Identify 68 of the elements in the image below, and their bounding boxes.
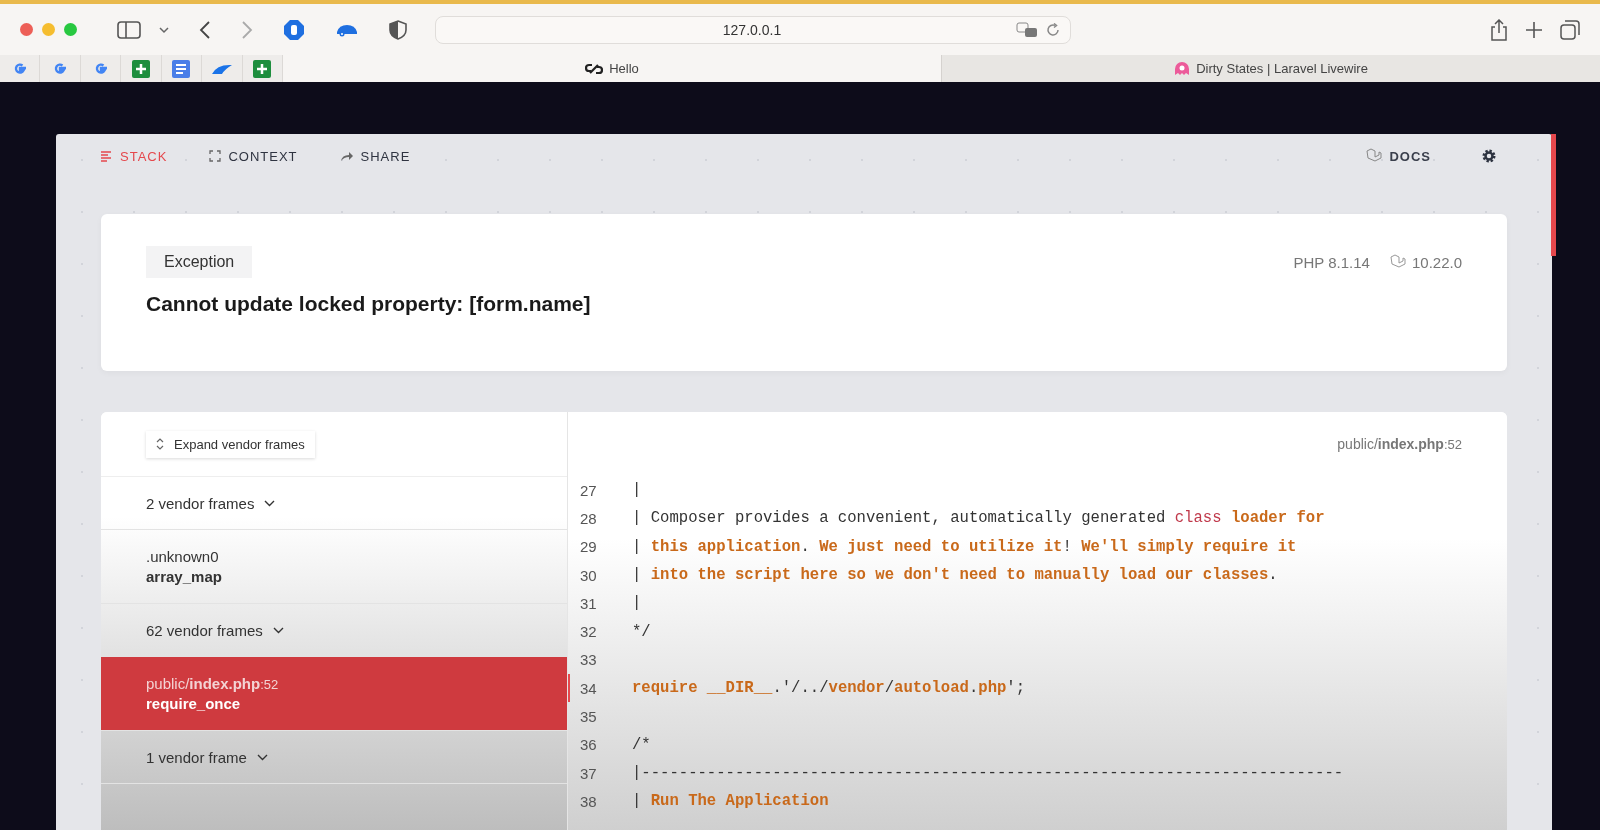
address-bar[interactable]: 127.0.0.1 bbox=[435, 15, 1071, 44]
line-number: 29 bbox=[579, 538, 598, 556]
forward-icon[interactable] bbox=[241, 20, 253, 39]
line-number: 36 bbox=[579, 736, 598, 754]
document-icon[interactable] bbox=[172, 59, 191, 78]
nav-tab[interactable]: CONTEXT bbox=[209, 148, 298, 164]
link-icon bbox=[585, 61, 604, 76]
chevron-down-icon[interactable] bbox=[159, 25, 169, 34]
expand-icon bbox=[209, 150, 222, 162]
code-line: | into the script here so we don't need to manually load our classes. bbox=[632, 566, 1278, 585]
browser-tab[interactable]: Dirty States | Laravel Livewire bbox=[941, 55, 1600, 82]
frame-file: public/index.php:52 bbox=[146, 675, 280, 692]
expand-vendor-frames-button[interactable]: Expand vendor frames bbox=[146, 430, 315, 458]
chevron-down-icon bbox=[264, 499, 276, 507]
share-icon[interactable] bbox=[1490, 18, 1508, 41]
cloud-icon[interactable] bbox=[210, 62, 233, 75]
code-line: | this application. We just need to utilize it! We'll simply require it bbox=[632, 537, 1297, 556]
settings-icon[interactable] bbox=[1481, 148, 1497, 164]
code-file-path: public/index.php:52 bbox=[1337, 436, 1462, 452]
code-line: | Run The Application bbox=[632, 792, 829, 811]
spreadsheet-icon[interactable] bbox=[253, 59, 272, 78]
line-number: 28 bbox=[579, 509, 598, 527]
line-number: 34 bbox=[579, 679, 598, 697]
back-icon[interactable] bbox=[199, 20, 211, 39]
docs-link[interactable]: DOCS bbox=[1366, 148, 1431, 164]
line-number: 27 bbox=[579, 481, 598, 499]
code-line: */ bbox=[632, 622, 651, 641]
scrollbar-thumb[interactable] bbox=[1551, 134, 1556, 256]
spreadsheet-icon[interactable] bbox=[131, 59, 150, 78]
chevron-down-icon bbox=[256, 753, 268, 761]
vendor-frames-toggle[interactable]: 2 vendor frames bbox=[101, 477, 567, 530]
translate-icon[interactable] bbox=[1016, 21, 1038, 38]
line-number: 31 bbox=[579, 594, 598, 612]
ghost-icon bbox=[1174, 61, 1191, 76]
code-line: /* bbox=[632, 735, 651, 754]
stack-frame[interactable]: .unknown0 array_map bbox=[101, 530, 567, 604]
exception-message: Cannot update locked property: [form.name] bbox=[146, 292, 592, 316]
shield-icon[interactable] bbox=[389, 19, 407, 40]
code-line: | Composer provides a convenient, automatically generated class loader for bbox=[632, 509, 1325, 528]
exception-type: Exception bbox=[146, 246, 253, 278]
line-number: 37 bbox=[579, 764, 598, 782]
line-number: 32 bbox=[579, 623, 598, 641]
line-number: 33 bbox=[579, 651, 598, 669]
code-line: | bbox=[632, 481, 642, 500]
nav-tab[interactable]: SHARE bbox=[339, 148, 411, 164]
list-icon bbox=[101, 150, 113, 162]
plus-icon[interactable] bbox=[1526, 21, 1542, 38]
sidebar-icon[interactable] bbox=[117, 20, 141, 39]
sort-icon bbox=[156, 438, 164, 450]
line-number: 30 bbox=[579, 566, 598, 584]
line-number: 38 bbox=[579, 792, 598, 810]
window-controls-icon[interactable] bbox=[20, 23, 77, 36]
frame-method: array_map bbox=[146, 568, 223, 585]
tabs-overview-icon[interactable] bbox=[1560, 19, 1580, 40]
vendor-frames-toggle[interactable]: 1 vendor frame bbox=[101, 731, 567, 784]
reload-icon[interactable] bbox=[1046, 22, 1060, 37]
frame-file: .unknown0 bbox=[146, 548, 220, 565]
code-line: |--------------------------------------------------------------------------- bbox=[632, 764, 1344, 783]
frame-method: require_once bbox=[146, 695, 242, 712]
code-line: | bbox=[632, 594, 642, 613]
laravel-version: 10.22.0 bbox=[1411, 253, 1462, 271]
g-logo-icon[interactable] bbox=[52, 60, 69, 77]
line-number: 35 bbox=[579, 708, 598, 725]
php-version: PHP 8.1.14 bbox=[1293, 253, 1370, 271]
code-line: require __DIR__.'/../vendor/autoload.php'; bbox=[632, 679, 1026, 698]
share-arrow-icon bbox=[339, 150, 354, 162]
chevron-down-icon bbox=[272, 626, 284, 634]
stack-frame[interactable]: public/index.php:52 require_once bbox=[101, 657, 567, 731]
